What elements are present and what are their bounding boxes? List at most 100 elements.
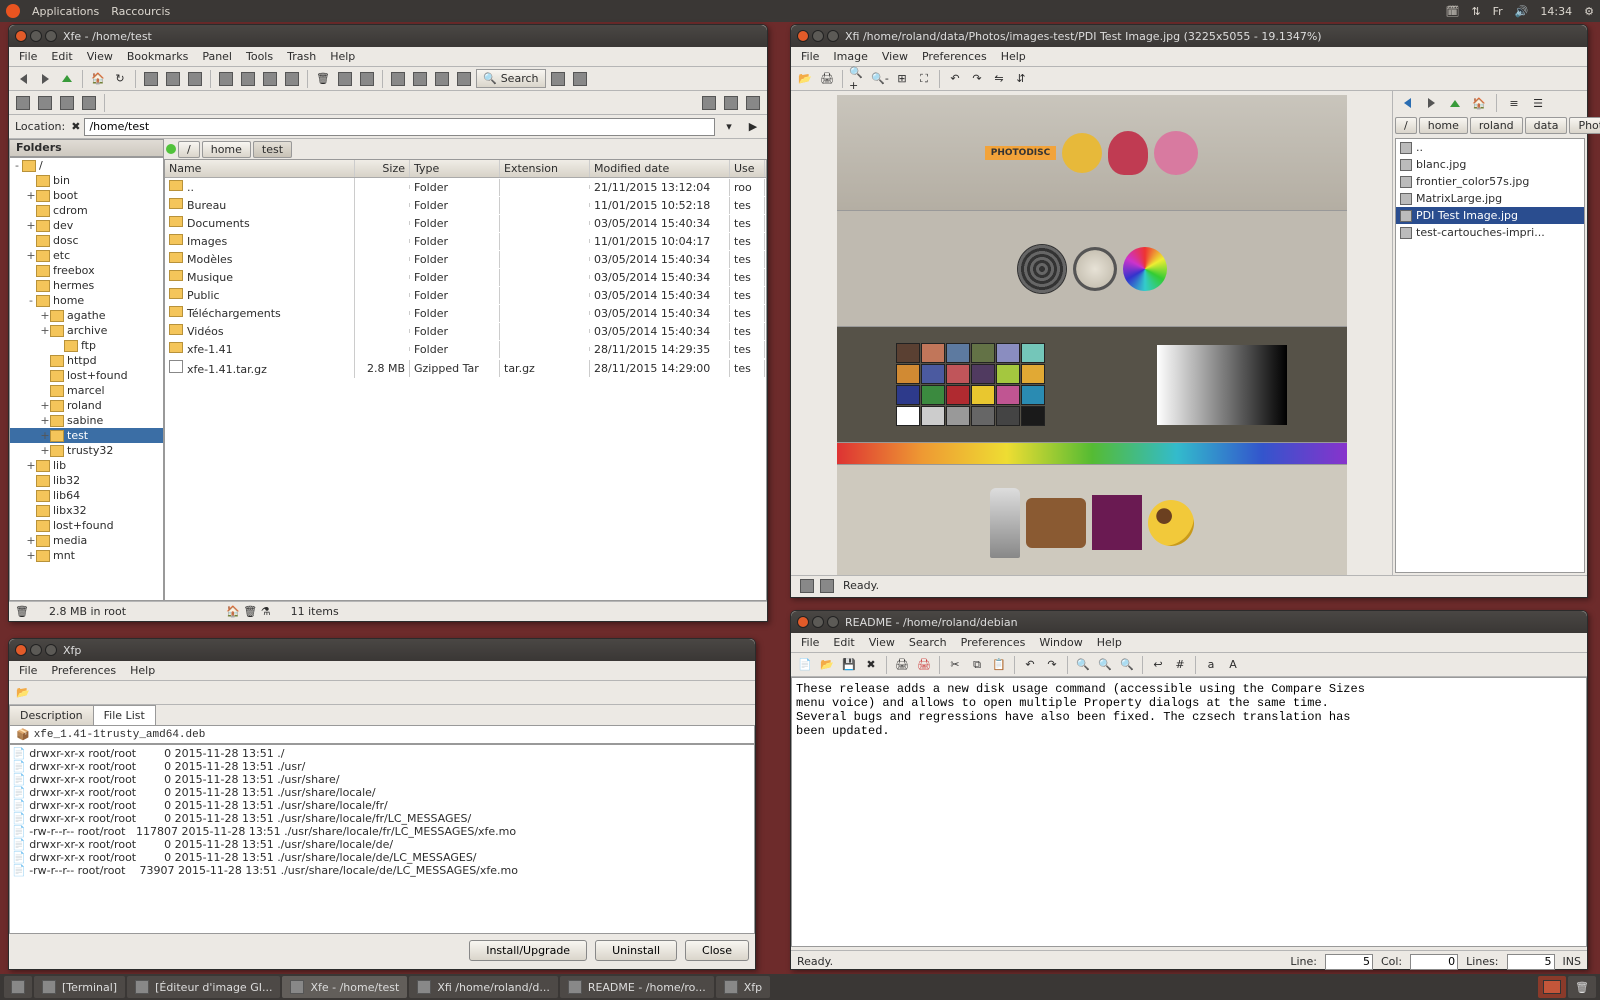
crumb[interactable]: home (202, 141, 251, 158)
search-prev-icon[interactable]: 🔍 (1095, 655, 1115, 675)
close-icon[interactable] (797, 30, 809, 42)
clear-location-icon[interactable]: ✖ (71, 120, 80, 133)
search-button[interactable]: 🔍 Search (476, 69, 546, 88)
menu-preferences[interactable]: Preferences (45, 662, 122, 679)
tree-item[interactable]: libx32 (10, 503, 163, 518)
gear-icon[interactable]: ⚙ (1584, 5, 1594, 18)
taskbar-button[interactable]: Xfp (716, 976, 770, 998)
tree-item[interactable]: freebox (10, 263, 163, 278)
column-header[interactable]: Size (355, 160, 410, 177)
view-icons-icon[interactable] (699, 93, 719, 113)
switch-icon[interactable] (570, 69, 590, 89)
taskbar-button[interactable]: README - /home/ro... (560, 976, 714, 998)
maximize-icon[interactable] (827, 616, 839, 628)
table-row[interactable]: DocumentsFolder03/05/2014 15:40:34tes (165, 214, 766, 232)
crumb[interactable]: Photos (1569, 117, 1600, 134)
link-icon[interactable] (185, 69, 205, 89)
crumb[interactable]: test (253, 141, 292, 158)
minimize-icon[interactable] (30, 644, 42, 656)
list-item[interactable]: 📄 -rw-r--r-- root/root 117807 2015-11-28… (12, 825, 752, 838)
keyboard-indicator[interactable]: Fr (1493, 5, 1503, 18)
save-icon[interactable]: 💾 (839, 655, 859, 675)
wrap-icon[interactable]: ↩ (1148, 655, 1168, 675)
tree-item[interactable]: ftp (10, 338, 163, 353)
zoom-out-icon[interactable]: 🔍- (870, 69, 890, 89)
tree-item[interactable]: -home (10, 293, 163, 308)
tree-item[interactable]: marcel (10, 383, 163, 398)
location-dropdown-icon[interactable]: ▾ (719, 117, 739, 137)
column-header[interactable]: Extension (500, 160, 590, 177)
back-icon[interactable] (1397, 93, 1417, 113)
column-header[interactable]: Type (410, 160, 500, 177)
close-icon[interactable] (15, 30, 27, 42)
table-row[interactable]: ModèlesFolder03/05/2014 15:40:34tes (165, 250, 766, 268)
menu-bookmarks[interactable]: Bookmarks (121, 48, 194, 65)
list-item[interactable]: 📄 drwxr-xr-x root/root 0 2015-11-28 13:5… (12, 838, 752, 851)
go-icon[interactable]: ▶ (743, 117, 763, 137)
cut-icon[interactable]: ✂ (945, 655, 965, 675)
tree-item[interactable]: lost+found (10, 368, 163, 383)
cut-icon[interactable] (238, 69, 258, 89)
home-icon[interactable]: 🏠 (88, 69, 108, 89)
new-folder-icon[interactable] (141, 69, 161, 89)
tree-item[interactable]: +sabine (10, 413, 163, 428)
menu-file[interactable]: File (795, 634, 825, 651)
list-item[interactable]: 📄 drwxr-xr-x root/root 0 2015-11-28 13:5… (12, 760, 752, 773)
lines-field[interactable] (1507, 954, 1555, 970)
view-detail-icon[interactable] (743, 93, 763, 113)
linenum-icon[interactable]: # (1170, 655, 1190, 675)
install-button[interactable]: Install/Upgrade (469, 940, 587, 961)
close-file-icon[interactable]: ✖ (861, 655, 881, 675)
table-row[interactable]: PublicFolder03/05/2014 15:40:34tes (165, 286, 766, 304)
xfi-file-list[interactable]: ..blanc.jpgfrontier_color57s.jpgMatrixLa… (1395, 138, 1585, 573)
tree-item[interactable]: +mnt (10, 548, 163, 563)
tree-item[interactable]: -/ (10, 158, 163, 173)
rotate-right-icon[interactable]: ↷ (967, 69, 987, 89)
crumb[interactable]: / (1395, 117, 1417, 134)
list-item[interactable]: 📄 drwxr-xr-x root/root 0 2015-11-28 13:5… (12, 773, 752, 786)
file-list-header[interactable]: NameSizeTypeExtensionModified dateUse (165, 160, 766, 178)
xfe-titlebar[interactable]: Xfe - /home/test (9, 25, 767, 47)
menu-view[interactable]: View (81, 48, 119, 65)
crumb[interactable]: home (1419, 117, 1468, 134)
tree-item[interactable]: +trusty32 (10, 443, 163, 458)
new-file-icon[interactable] (163, 69, 183, 89)
tree-item[interactable]: +dev (10, 218, 163, 233)
delete-icon[interactable] (357, 69, 377, 89)
editor-textarea[interactable] (791, 677, 1587, 947)
paste-icon[interactable] (260, 69, 280, 89)
menu-help[interactable]: Help (995, 48, 1032, 65)
menu-edit[interactable]: Edit (827, 634, 860, 651)
tree-item[interactable]: +boot (10, 188, 163, 203)
list-item[interactable]: 📄 drwxr-xr-x root/root 0 2015-11-28 13:5… (12, 851, 752, 864)
column-header[interactable]: Use (730, 160, 765, 177)
view-small-icon[interactable] (721, 93, 741, 113)
menu-help[interactable]: Help (124, 662, 161, 679)
list-item[interactable]: frontier_color57s.jpg (1396, 173, 1584, 190)
paste-icon[interactable]: 📋 (989, 655, 1009, 675)
tree-item[interactable]: +roland (10, 398, 163, 413)
location-input[interactable] (84, 118, 715, 136)
refresh-icon[interactable]: ↻ (110, 69, 130, 89)
search-icon[interactable]: 🔍 (1073, 655, 1093, 675)
tree-item[interactable]: cdrom (10, 203, 163, 218)
back-icon[interactable] (13, 69, 33, 89)
list-item[interactable]: test-cartouches-impri... (1396, 224, 1584, 241)
list-item[interactable]: .. (1396, 139, 1584, 156)
folder-tree[interactable]: -/ bin+boot cdrom+dev dosc+etc freebox h… (9, 157, 164, 601)
thumbnails-icon[interactable] (817, 576, 837, 596)
tree-item[interactable]: +etc (10, 248, 163, 263)
maximize-icon[interactable] (45, 30, 57, 42)
table-row[interactable]: ..Folder21/11/2015 13:12:04roo (165, 178, 766, 196)
table-row[interactable]: BureauFolder11/01/2015 10:52:18tes (165, 196, 766, 214)
crumb[interactable]: / (178, 141, 200, 158)
zoom-100-icon[interactable]: ⊞ (892, 69, 912, 89)
menu-window[interactable]: Window (1033, 634, 1088, 651)
menu-file[interactable]: File (795, 48, 825, 65)
taskbar-button[interactable]: [Terminal] (34, 976, 125, 998)
minimize-icon[interactable] (812, 30, 824, 42)
menu-file[interactable]: File (13, 662, 43, 679)
table-row[interactable]: ImagesFolder11/01/2015 10:04:17tes (165, 232, 766, 250)
tree-item[interactable]: hermes (10, 278, 163, 293)
taskbar-button[interactable]: Xfe - /home/test (282, 976, 407, 998)
